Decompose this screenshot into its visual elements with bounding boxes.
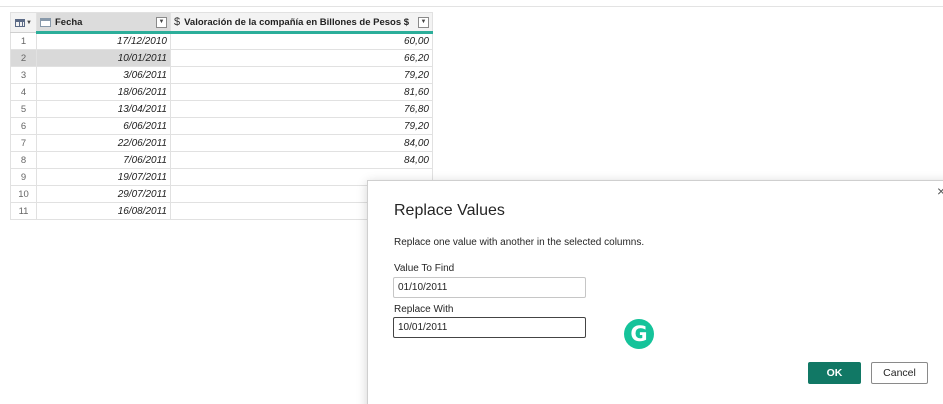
replace-with-label: Replace With: [394, 304, 454, 315]
cancel-button[interactable]: Cancel: [871, 362, 928, 384]
table-row[interactable]: 1 17/12/2010 60,00: [10, 32, 433, 50]
column-header-valoracion[interactable]: $ Valoración de la compañía en Billones …: [170, 12, 433, 34]
cell-valor[interactable]: 84,00: [170, 134, 433, 152]
cell-fecha[interactable]: 6/06/2011: [36, 117, 171, 135]
row-number[interactable]: 1: [10, 32, 37, 50]
column-header-fecha[interactable]: Fecha ▼: [36, 12, 171, 34]
dialog-title: Replace Values: [394, 202, 505, 219]
power-query-editor: ▼ Fecha ▼ $ Valoración de la compañía en…: [0, 0, 943, 404]
cell-fecha[interactable]: 3/06/2011: [36, 66, 171, 84]
cell-valor[interactable]: 79,20: [170, 117, 433, 135]
row-number[interactable]: 11: [10, 202, 37, 220]
table-row[interactable]: 8 7/06/2011 84,00: [10, 151, 433, 169]
cell-fecha[interactable]: 7/06/2011: [36, 151, 171, 169]
row-number[interactable]: 2: [10, 49, 37, 67]
ok-button[interactable]: OK: [808, 362, 861, 384]
table-menu-button[interactable]: ▼: [10, 12, 37, 33]
filter-dropdown-icon[interactable]: ▼: [418, 16, 429, 28]
chevron-down-icon: ▼: [26, 19, 32, 26]
cell-fecha[interactable]: 13/04/2011: [36, 100, 171, 118]
cell-fecha[interactable]: 19/07/2011: [36, 168, 171, 186]
grammarly-icon[interactable]: G: [624, 319, 654, 349]
cell-fecha[interactable]: 17/12/2010: [36, 32, 171, 50]
filter-dropdown-icon[interactable]: ▼: [156, 16, 167, 28]
row-number[interactable]: 6: [10, 117, 37, 135]
column-title: Valoración de la compañía en Billones de…: [184, 16, 410, 28]
row-number[interactable]: 9: [10, 168, 37, 186]
cell-valor[interactable]: 66,20: [170, 49, 433, 67]
table-row[interactable]: 5 13/04/2011 76,80: [10, 100, 433, 118]
cell-fecha[interactable]: 22/06/2011: [36, 134, 171, 152]
row-number[interactable]: 3: [10, 66, 37, 84]
row-number[interactable]: 10: [10, 185, 37, 203]
currency-type-icon[interactable]: $: [174, 16, 180, 28]
cell-valor[interactable]: 84,00: [170, 151, 433, 169]
row-number[interactable]: 8: [10, 151, 37, 169]
close-icon[interactable]: ×: [937, 184, 943, 198]
replace-values-dialog: × Replace Values Replace one value with …: [367, 180, 943, 404]
row-number[interactable]: 5: [10, 100, 37, 118]
divider: [0, 6, 943, 7]
table-icon: [15, 18, 26, 27]
cell-fecha[interactable]: 16/08/2011: [36, 202, 171, 220]
table-row[interactable]: 7 22/06/2011 84,00: [10, 134, 433, 152]
column-title: Fecha: [55, 16, 83, 28]
replace-with-input[interactable]: [393, 317, 586, 338]
table-row[interactable]: 4 18/06/2011 81,60: [10, 83, 433, 101]
cell-valor[interactable]: 79,20: [170, 66, 433, 84]
table-row[interactable]: 6 6/06/2011 79,20: [10, 117, 433, 135]
table-row[interactable]: 2 10/01/2011 66,20: [10, 49, 433, 67]
cell-fecha[interactable]: 18/06/2011: [36, 83, 171, 101]
row-number[interactable]: 7: [10, 134, 37, 152]
row-number[interactable]: 4: [10, 83, 37, 101]
value-to-find-label: Value To Find: [394, 263, 455, 274]
cell-fecha[interactable]: 29/07/2011: [36, 185, 171, 203]
cell-valor[interactable]: 60,00: [170, 32, 433, 50]
table-row[interactable]: 3 3/06/2011 79,20: [10, 66, 433, 84]
cell-valor[interactable]: 81,60: [170, 83, 433, 101]
calendar-icon[interactable]: [40, 17, 51, 27]
value-to-find-input[interactable]: [393, 277, 586, 298]
dialog-description: Replace one value with another in the se…: [394, 237, 645, 248]
cell-fecha[interactable]: 10/01/2011: [36, 49, 171, 67]
cell-valor[interactable]: 76,80: [170, 100, 433, 118]
